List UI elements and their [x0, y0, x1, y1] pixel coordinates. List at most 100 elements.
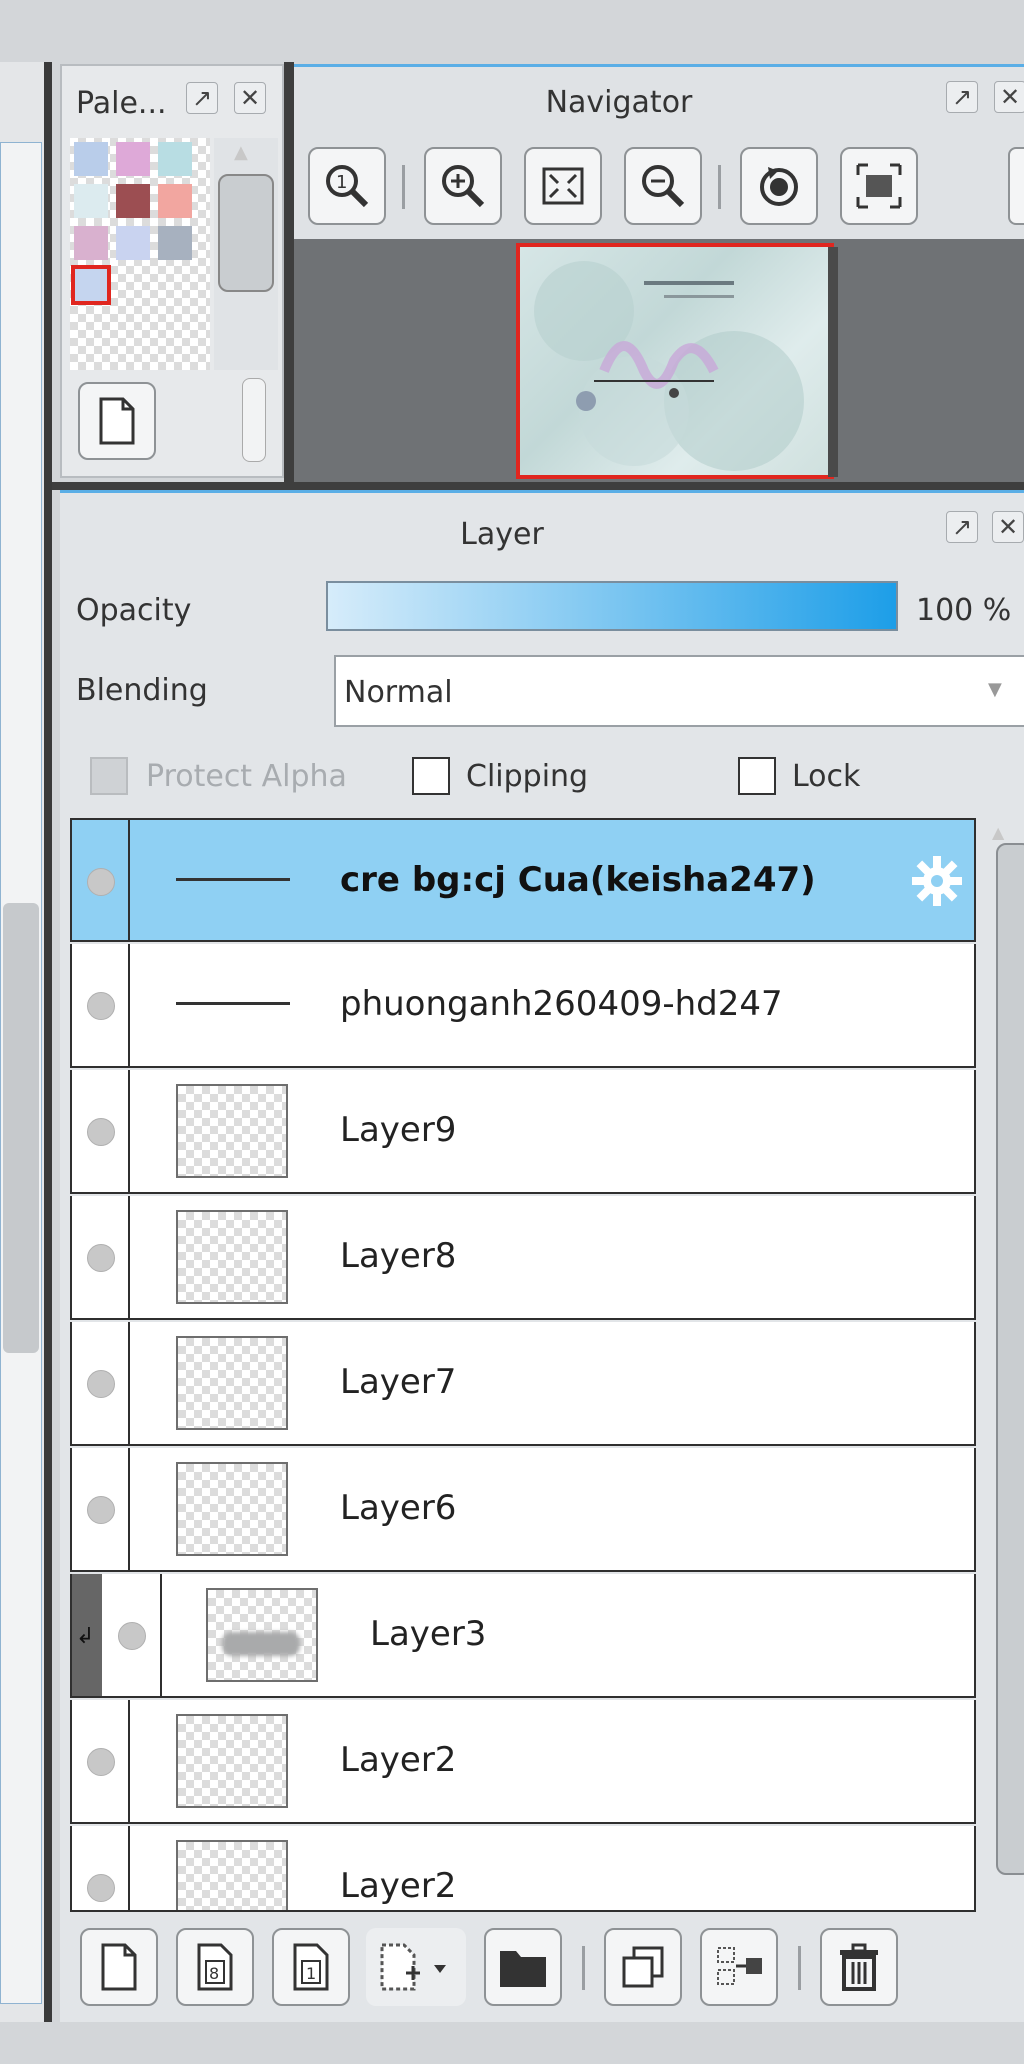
opacity-value: 100 % — [916, 593, 1012, 628]
new-folder-button[interactable] — [484, 1928, 562, 2006]
zoom-out-button[interactable] — [624, 147, 702, 225]
visibility-toggle[interactable] — [87, 1118, 115, 1146]
layer-row[interactable]: Layer6 — [70, 1448, 976, 1572]
text-layer-icon — [176, 1002, 290, 1005]
protect-alpha-label: Protect Alpha — [146, 759, 347, 794]
visibility-toggle[interactable] — [87, 1874, 115, 1902]
palette-swatch[interactable] — [158, 142, 192, 176]
palette-side-slider[interactable] — [242, 378, 266, 462]
fullscreen-button[interactable] — [840, 147, 918, 225]
layer-row[interactable]: Layer7 — [70, 1322, 976, 1446]
rotate-button[interactable] — [740, 147, 818, 225]
zoom-actual-icon: 1 — [326, 165, 369, 208]
toolbar-separator — [402, 165, 405, 209]
palette-swatch[interactable] — [116, 184, 150, 218]
new-8bit-layer-icon: 8 — [197, 1943, 233, 1991]
popout-icon[interactable]: ↗ — [946, 81, 978, 113]
palette-swatch[interactable] — [116, 142, 150, 176]
layer-row[interactable]: Layer9 — [70, 1070, 976, 1194]
layer-title: Layer — [460, 517, 544, 552]
visibility-toggle[interactable] — [87, 1244, 115, 1272]
duplicate-icon — [622, 1946, 664, 1988]
merge-down-button[interactable] — [700, 1928, 778, 2006]
gear-icon[interactable] — [908, 852, 966, 910]
palette-swatch[interactable] — [74, 226, 108, 260]
visibility-toggle[interactable] — [118, 1622, 146, 1650]
navigator-thumbnail[interactable] — [516, 243, 834, 479]
layer-row[interactable]: Layer2 — [70, 1826, 976, 1912]
palette-scrollbar[interactable]: ▲ — [214, 138, 278, 370]
layer-row[interactable]: Layer8 — [70, 1196, 976, 1320]
add-layer-menu-icon — [380, 1943, 446, 1991]
chevron-down-icon: ▼ — [988, 679, 1002, 700]
layer-name: Layer7 — [340, 1362, 457, 1402]
opacity-label: Opacity — [76, 593, 192, 628]
close-icon[interactable]: ✕ — [994, 81, 1024, 113]
visibility-toggle[interactable] — [87, 992, 115, 1020]
panel-divider[interactable] — [284, 62, 294, 482]
palette-scrollbar-thumb[interactable] — [218, 174, 274, 292]
layer-row[interactable]: Layer2 — [70, 1700, 976, 1824]
row-divider — [128, 1448, 130, 1570]
palette-scroll-up-icon[interactable]: ▲ — [234, 142, 248, 163]
visibility-toggle[interactable] — [87, 1370, 115, 1398]
palette-swatch[interactable] — [71, 265, 111, 305]
row-divider — [128, 944, 130, 1066]
left-scrollbar-thumb[interactable] — [3, 903, 39, 1353]
navigator-preview-area[interactable] — [294, 239, 1024, 485]
palette-swatch[interactable] — [158, 226, 192, 260]
visibility-toggle[interactable] — [87, 1496, 115, 1524]
add-layer-menu-button[interactable] — [366, 1928, 466, 2006]
palette-swatch[interactable] — [116, 226, 150, 260]
visibility-toggle[interactable] — [87, 1748, 115, 1776]
palette-swatch[interactable] — [74, 142, 108, 176]
zoom-actual-button[interactable]: 1 — [308, 147, 386, 225]
zoom-in-button[interactable] — [424, 147, 502, 225]
new-8bit-layer-button[interactable]: 8 — [176, 1928, 254, 2006]
delete-layer-button[interactable] — [820, 1928, 898, 2006]
layer-thumbnail — [176, 1840, 288, 1910]
layer-name: cre bg:cj Cua(keisha247) — [340, 860, 816, 900]
navigator-side-handle[interactable] — [1008, 147, 1024, 225]
scroll-up-icon[interactable]: ▲ — [992, 823, 1004, 842]
navigator-title: Navigator — [545, 85, 693, 120]
folder-icon — [500, 1951, 546, 1987]
panel-divider[interactable] — [52, 482, 1024, 490]
close-icon[interactable]: ✕ — [234, 82, 266, 114]
toolbar-separator — [798, 1946, 801, 1990]
palette-swatch[interactable] — [158, 184, 192, 218]
layer-row-clipped[interactable]: ↲ Layer3 — [70, 1574, 976, 1698]
new-layer-button[interactable] — [80, 1928, 158, 2006]
top-bar — [0, 0, 1024, 62]
left-scrollbar[interactable] — [0, 142, 42, 2004]
new-1bit-layer-button[interactable]: 1 — [272, 1928, 350, 2006]
visibility-toggle[interactable] — [87, 868, 115, 896]
clipping-checkbox[interactable] — [412, 757, 450, 795]
row-divider — [128, 1196, 130, 1318]
palette-swatch[interactable] — [74, 184, 108, 218]
layer-row[interactable]: phuonganh260409-hd247 — [70, 944, 976, 1068]
fit-window-button[interactable] — [524, 147, 602, 225]
layer-thumbnail — [176, 1084, 288, 1178]
svg-text:1: 1 — [336, 172, 347, 193]
navigator-thumbnail-edge — [828, 247, 838, 477]
opacity-slider[interactable] — [326, 581, 898, 631]
svg-text:1: 1 — [306, 1964, 316, 1983]
protect-alpha-checkbox[interactable] — [90, 757, 128, 795]
layer-name: Layer8 — [340, 1236, 457, 1276]
layer-list-scrollbar-thumb[interactable] — [996, 843, 1024, 1875]
popout-icon[interactable]: ↗ — [186, 82, 218, 114]
new-palette-button[interactable] — [78, 382, 156, 460]
lock-checkbox[interactable] — [738, 757, 776, 795]
layer-thumbnail — [176, 1714, 288, 1808]
layer-thumbnail — [176, 1462, 288, 1556]
layer-name: Layer9 — [340, 1110, 457, 1150]
duplicate-layer-button[interactable] — [604, 1928, 682, 2006]
palette-swatch-grid — [70, 138, 210, 370]
close-icon[interactable]: ✕ — [992, 511, 1024, 543]
layer-row[interactable]: cre bg:cj Cua(keisha247) — [70, 818, 976, 942]
layer-list-scrollbar[interactable]: ▲ — [976, 823, 1024, 1915]
popout-icon[interactable]: ↗ — [946, 511, 978, 543]
blending-select[interactable]: Normal ▼ — [334, 655, 1024, 727]
navigator-panel: Navigator ↗ ✕ 1 — [294, 64, 1024, 485]
